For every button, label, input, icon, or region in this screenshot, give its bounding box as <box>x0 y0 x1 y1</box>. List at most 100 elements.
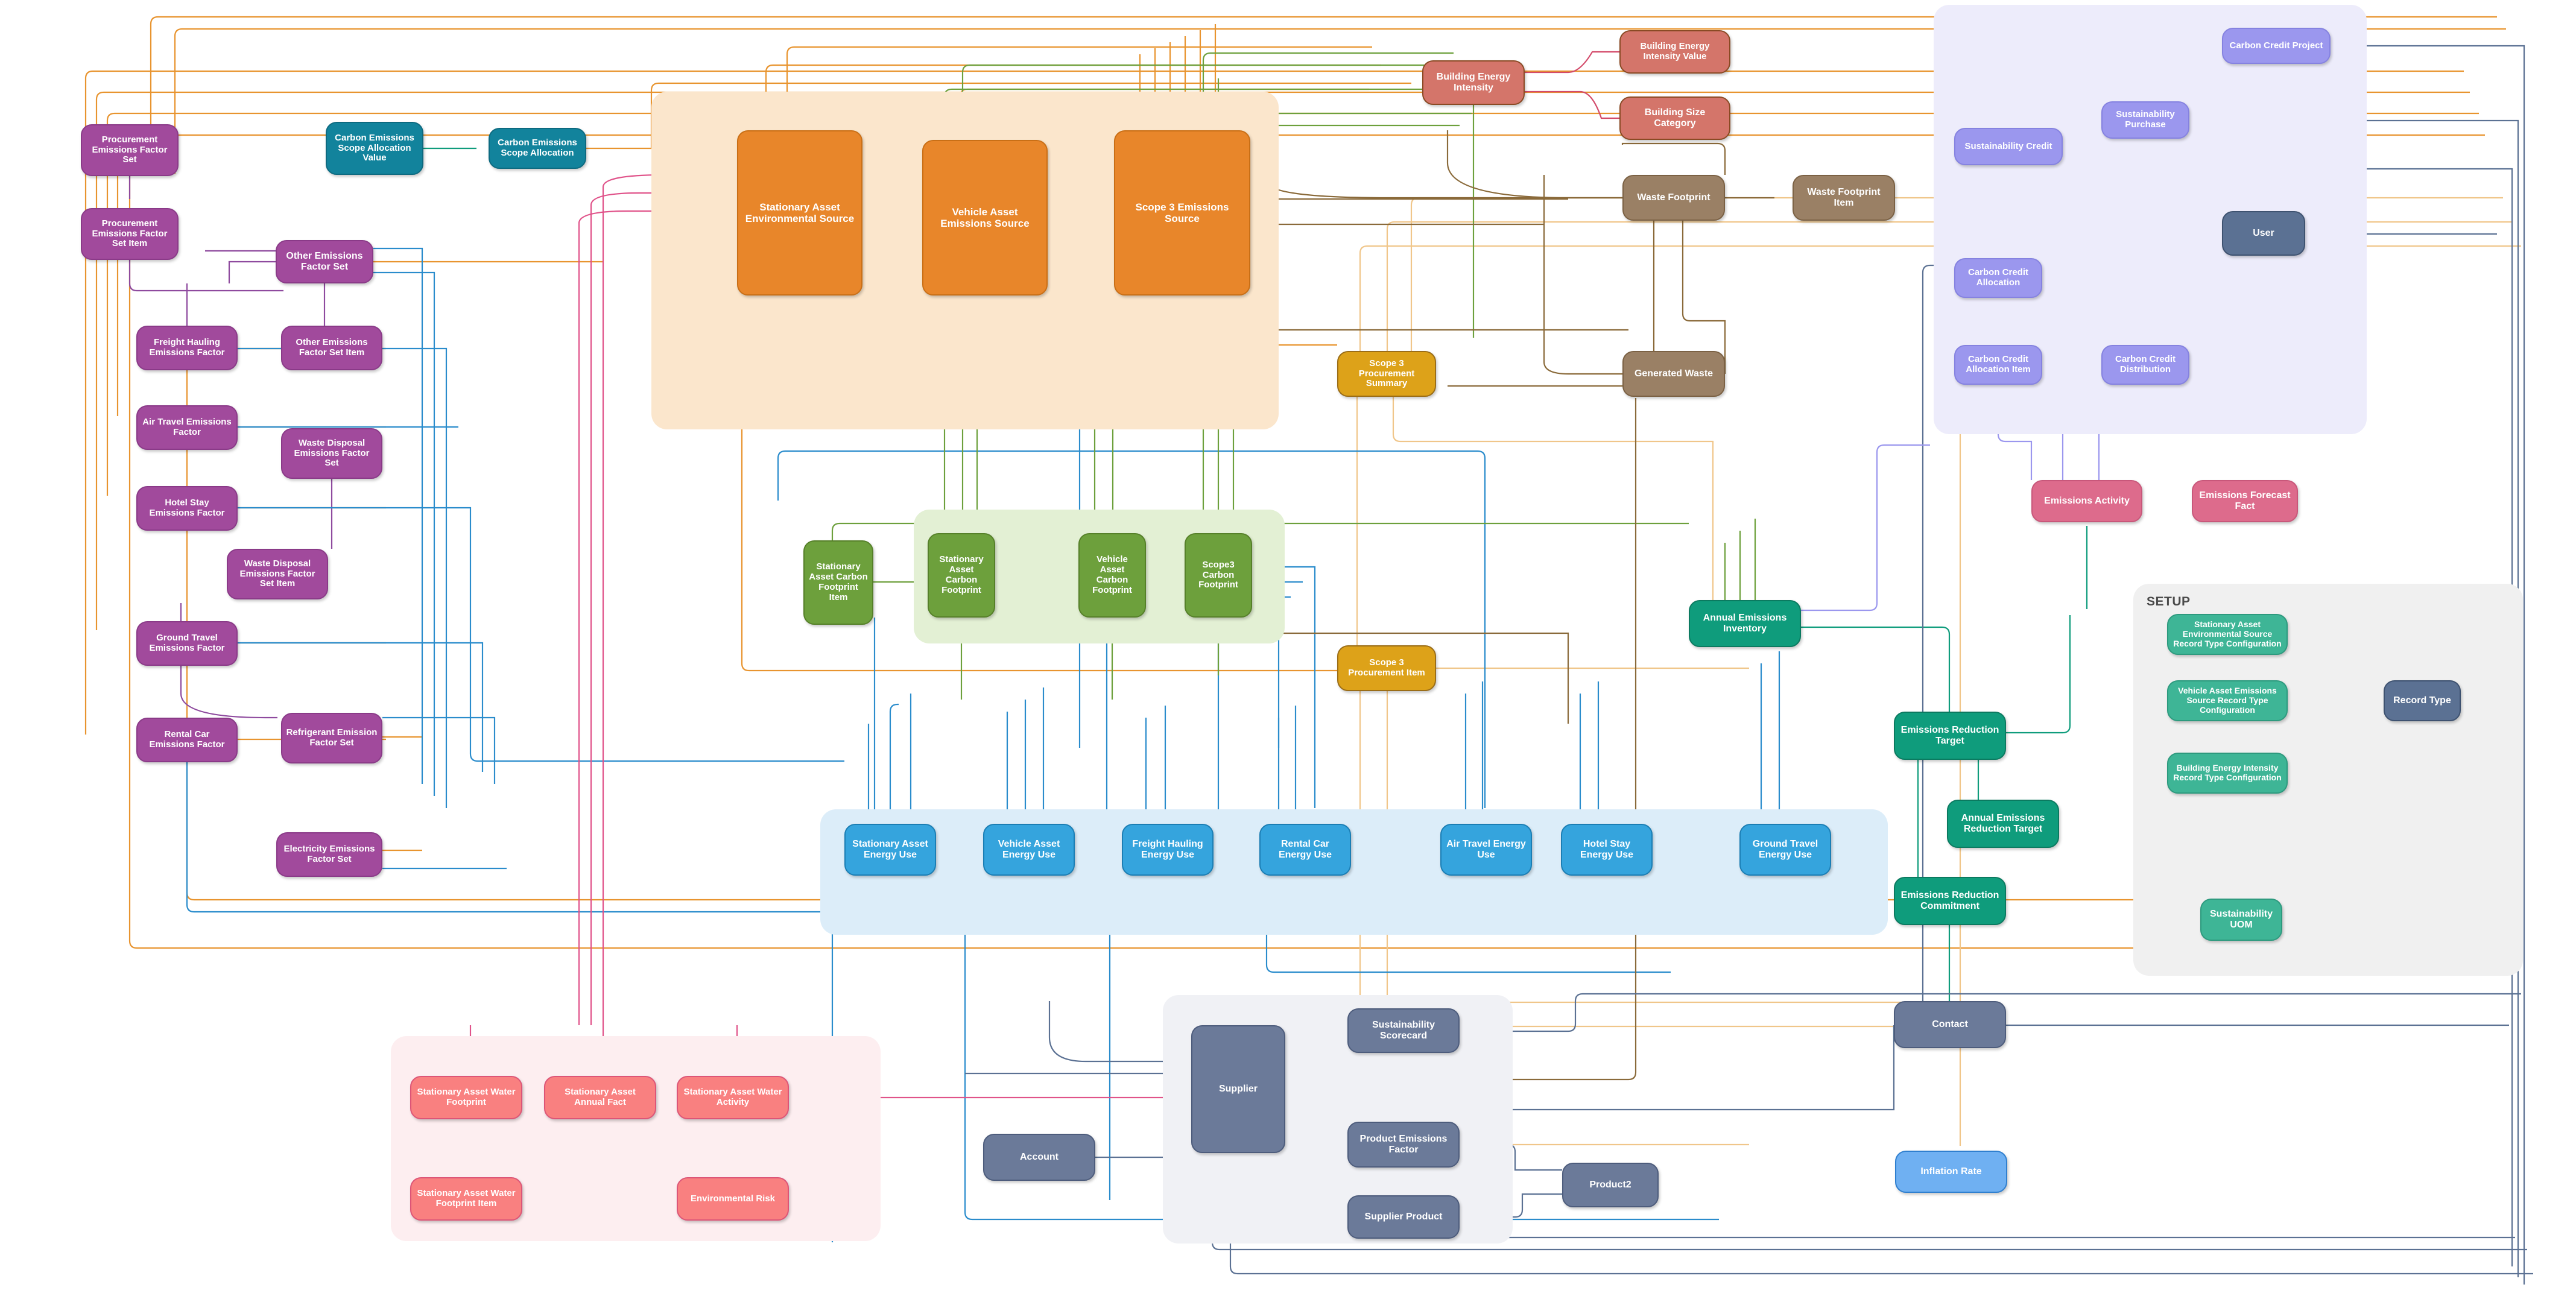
entity-ground-travel-emissions-factor[interactable]: Ground Travel Emissions Factor <box>136 621 238 666</box>
entity-sustainability-purchase[interactable]: Sustainability Purchase <box>2101 101 2189 139</box>
entity-label: Building Energy Intensity Record Type Co… <box>2173 763 2282 782</box>
entity-stationary-asset-environmental-source[interactable]: Stationary Asset Environmental Source <box>737 130 862 296</box>
entity-label: Inflation Rate <box>1920 1166 1982 1177</box>
entity-product2[interactable]: Product2 <box>1562 1163 1659 1207</box>
entity-vehicle-asset-carbon-footprint[interactable]: Vehicle Asset Carbon Footprint <box>1078 533 1146 618</box>
entity-annual-emissions-inventory[interactable]: Annual Emissions Inventory <box>1689 600 1801 647</box>
entity-hotel-stay-emissions-factor[interactable]: Hotel Stay Emissions Factor <box>136 486 238 531</box>
entity-generated-waste[interactable]: Generated Waste <box>1622 351 1725 397</box>
entity-label: Carbon Credit Allocation <box>1967 267 2028 288</box>
entity-other-emissions-factor-set[interactable]: Other Emissions Factor Set <box>276 240 373 283</box>
entity-sustainability-credit[interactable]: Sustainability Credit <box>1954 128 2063 165</box>
entity-carbon-credit-project[interactable]: Carbon Credit Project <box>2222 28 2331 64</box>
entity-label: Stationary Asset Environmental Source Re… <box>2173 619 2282 648</box>
entity-carbon-credit-allocation[interactable]: Carbon Credit Allocation <box>1954 258 2042 298</box>
entity-label: Ground Travel Energy Use <box>1752 838 1818 860</box>
entity-stationary-asset-annual-fact[interactable]: Stationary Asset Annual Fact <box>544 1076 656 1119</box>
entity-rental-car-emissions-factor[interactable]: Rental Car Emissions Factor <box>136 718 238 762</box>
entity-building-energy-intensity-record-type-configuration[interactable]: Building Energy Intensity Record Type Co… <box>2167 753 2288 794</box>
entity-freight-hauling-emissions-factor[interactable]: Freight Hauling Emissions Factor <box>136 326 238 370</box>
entity-air-travel-emissions-factor[interactable]: Air Travel Emissions Factor <box>136 405 238 450</box>
entity-vehicle-asset-energy-use[interactable]: Vehicle Asset Energy Use <box>983 824 1075 876</box>
entity-label: Annual Emissions Inventory <box>1703 612 1787 634</box>
entity-other-emissions-factor-set-item[interactable]: Other Emissions Factor Set Item <box>281 326 382 370</box>
entity-scope-3-emissions-source[interactable]: Scope 3 Emissions Source <box>1114 130 1250 296</box>
entity-refrigerant-emission-factor-set[interactable]: Refrigerant Emission Factor Set <box>281 713 382 763</box>
entity-label: Emissions Reduction Target <box>1900 724 1999 746</box>
entity-sustainability-scorecard[interactable]: Sustainability Scorecard <box>1347 1008 1460 1053</box>
entity-supplier-product[interactable]: Supplier Product <box>1347 1195 1460 1239</box>
entity-scope-3-procurement-item[interactable]: Scope 3 Procurement Item <box>1337 645 1436 691</box>
energy-use-zone <box>820 809 1888 935</box>
entity-user[interactable]: User <box>2222 211 2305 256</box>
entity-carbon-credit-allocation-item[interactable]: Carbon Credit Allocation Item <box>1954 345 2042 385</box>
entity-stationary-asset-carbon-footprint-item[interactable]: Stationary Asset Carbon Footprint Item <box>803 540 873 625</box>
entity-building-size-category[interactable]: Building Size Category <box>1619 96 1730 140</box>
entity-carbon-emissions-scope-allocation-value[interactable]: Carbon Emissions Scope Allocation Value <box>326 122 423 175</box>
entity-label: Carbon Credit Allocation Item <box>1966 354 2031 375</box>
entity-label: Product Emissions Factor <box>1359 1133 1448 1155</box>
entity-stationary-asset-water-footprint[interactable]: Stationary Asset Water Footprint <box>410 1076 522 1119</box>
setup-zone-label: SETUP <box>2147 595 2191 608</box>
entity-vehicle-asset-emissions-source[interactable]: Vehicle Asset Emissions Source <box>922 140 1048 296</box>
entity-emissions-activity[interactable]: Emissions Activity <box>2031 480 2142 522</box>
entity-label: Account <box>1020 1151 1059 1162</box>
entity-rental-car-energy-use[interactable]: Rental Car Energy Use <box>1259 824 1351 876</box>
entity-inflation-rate[interactable]: Inflation Rate <box>1895 1151 2007 1193</box>
entity-record-type[interactable]: Record Type <box>2384 680 2461 721</box>
entity-label: Carbon Emissions Scope Allocation <box>498 137 577 158</box>
entity-sustainability-uom[interactable]: Sustainability UOM <box>2200 899 2282 941</box>
entity-scope3-carbon-footprint[interactable]: Scope3 Carbon Footprint <box>1185 533 1252 618</box>
entity-annual-emissions-reduction-target[interactable]: Annual Emissions Reduction Target <box>1947 800 2059 848</box>
entity-label: Refrigerant Emission Factor Set <box>286 727 378 748</box>
entity-stationary-asset-energy-use[interactable]: Stationary Asset Energy Use <box>844 824 936 876</box>
entity-label: Record Type <box>2393 695 2451 706</box>
entity-label: Environmental Risk <box>690 1193 776 1204</box>
entity-stationary-asset-environmental-source-record-type-configuration[interactable]: Stationary Asset Environmental Source Re… <box>2167 614 2288 655</box>
entity-label: Carbon Credit Project <box>2229 40 2323 51</box>
entity-label: Scope 3 Procurement Summary <box>1358 358 1415 389</box>
entity-label: Vehicle Asset Energy Use <box>998 838 1060 860</box>
entity-emissions-reduction-target[interactable]: Emissions Reduction Target <box>1894 712 2006 760</box>
entity-emissions-forecast-fact[interactable]: Emissions Forecast Fact <box>2192 480 2298 522</box>
entity-label: Stationary Asset Carbon Footprint Item <box>809 561 868 602</box>
entity-account[interactable]: Account <box>983 1134 1095 1181</box>
entity-contact[interactable]: Contact <box>1894 1001 2006 1048</box>
entity-stationary-asset-water-footprint-item[interactable]: Stationary Asset Water Footprint Item <box>410 1177 522 1221</box>
entity-building-energy-intensity-value[interactable]: Building Energy Intensity Value <box>1619 30 1730 74</box>
entity-building-energy-intensity[interactable]: Building Energy Intensity <box>1422 60 1525 105</box>
entity-label: Procurement Emissions Factor Set Item <box>92 218 168 249</box>
entity-procurement-emissions-factor-set-item[interactable]: Procurement Emissions Factor Set Item <box>81 208 179 260</box>
entity-stationary-asset-carbon-footprint[interactable]: Stationary Asset Carbon Footprint <box>928 533 995 618</box>
entity-label: Building Energy Intensity Value <box>1640 41 1710 62</box>
entity-label: Hotel Stay Energy Use <box>1580 838 1634 860</box>
entity-procurement-emissions-factor-set[interactable]: Procurement Emissions Factor Set <box>81 124 179 176</box>
entity-supplier[interactable]: Supplier <box>1191 1025 1285 1153</box>
entity-air-travel-energy-use[interactable]: Air Travel Energy Use <box>1440 824 1532 876</box>
entity-label: User <box>2253 227 2274 238</box>
entity-electricity-emissions-factor-set[interactable]: Electricity Emissions Factor Set <box>276 832 382 877</box>
entity-emissions-reduction-commitment[interactable]: Emissions Reduction Commitment <box>1894 877 2006 925</box>
entity-vehicle-asset-emissions-source-record-type-configuration[interactable]: Vehicle Asset Emissions Source Record Ty… <box>2167 680 2288 721</box>
entity-waste-disposal-emissions-factor-set-item[interactable]: Waste Disposal Emissions Factor Set Item <box>227 549 328 599</box>
entity-product-emissions-factor[interactable]: Product Emissions Factor <box>1347 1122 1460 1168</box>
entity-label: Other Emissions Factor Set <box>286 250 363 272</box>
entity-carbon-credit-distribution[interactable]: Carbon Credit Distribution <box>2101 345 2189 385</box>
entity-ground-travel-energy-use[interactable]: Ground Travel Energy Use <box>1739 824 1831 876</box>
entity-carbon-emissions-scope-allocation[interactable]: Carbon Emissions Scope Allocation <box>489 128 586 169</box>
entity-label: Electricity Emissions Factor Set <box>283 844 375 864</box>
entity-label: Vehicle Asset Emissions Source <box>940 206 1030 229</box>
entity-label: Waste Disposal Emissions Factor Set Item <box>239 558 315 589</box>
entity-waste-disposal-emissions-factor-set[interactable]: Waste Disposal Emissions Factor Set <box>281 428 382 479</box>
entity-environmental-risk[interactable]: Environmental Risk <box>677 1177 789 1221</box>
entity-waste-footprint-item[interactable]: Waste Footprint Item <box>1793 175 1895 221</box>
entity-label: Sustainability Credit <box>1964 141 2052 151</box>
entity-freight-hauling-energy-use[interactable]: Freight Hauling Energy Use <box>1122 824 1214 876</box>
entity-label: Procurement Emissions Factor Set <box>92 134 168 165</box>
entity-hotel-stay-energy-use[interactable]: Hotel Stay Energy Use <box>1561 824 1653 876</box>
entity-scope-3-procurement-summary[interactable]: Scope 3 Procurement Summary <box>1337 351 1436 397</box>
entity-label: Carbon Emissions Scope Allocation Value <box>335 132 414 163</box>
entity-label: Air Travel Emissions Factor <box>142 417 232 437</box>
entity-stationary-asset-water-activity[interactable]: Stationary Asset Water Activity <box>677 1076 789 1119</box>
entity-waste-footprint[interactable]: Waste Footprint <box>1622 175 1725 221</box>
